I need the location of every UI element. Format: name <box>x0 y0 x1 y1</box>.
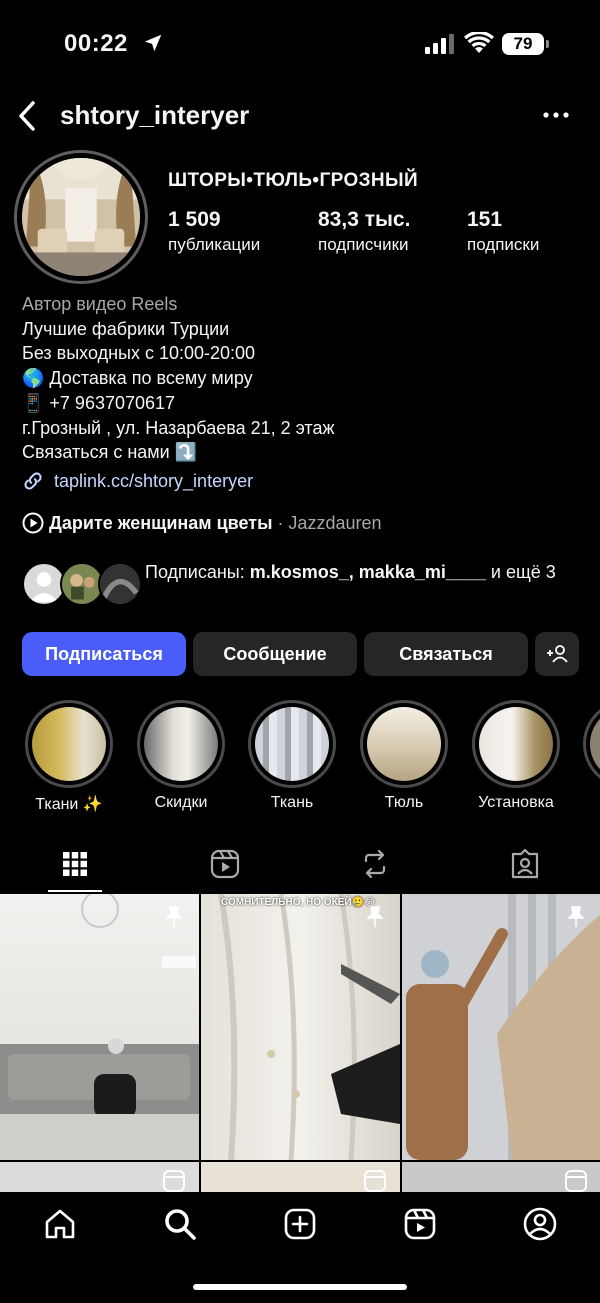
wifi-icon <box>464 32 494 53</box>
reel-icon <box>163 1170 185 1192</box>
profile-music[interactable]: Дарите женщинам цветы · Jazzdauren <box>22 512 382 534</box>
tab-posts[interactable] <box>0 840 150 892</box>
tab-reposts[interactable] <box>300 840 450 892</box>
profile-tabs <box>0 840 600 892</box>
music-title: Дарите женщинам цветы <box>49 512 273 533</box>
more-options-icon[interactable] <box>540 104 572 126</box>
highlight-cover <box>360 700 448 788</box>
header-username: shtory_interyer <box>60 100 250 130</box>
grid-post[interactable] <box>402 1162 600 1194</box>
create-icon[interactable] <box>282 1206 318 1242</box>
active-tab-indicator <box>48 890 102 892</box>
highlight-cover <box>137 700 225 788</box>
posts-label: публикации <box>168 235 261 254</box>
highlight-cover <box>248 700 336 788</box>
highlight-label: Ткани ✨ <box>35 796 103 813</box>
following-count: 151 <box>467 208 503 231</box>
bio-line: Без выходных с 10:00-20:00 <box>22 343 256 364</box>
add-person-icon <box>547 645 568 663</box>
home-icon[interactable] <box>42 1206 78 1242</box>
grid-icon <box>63 852 87 876</box>
highlight-item[interactable]: Скидки <box>136 700 226 812</box>
highlight-label: Установка <box>478 794 554 811</box>
bio-line: 📱 +7 9637070617 <box>22 392 176 413</box>
battery-indicator: 79 <box>502 33 549 55</box>
grid-post[interactable]: СОМНИТЕЛЬНО, НО ОКЕЙ🥲😂 <box>201 894 400 1160</box>
posts-grid: СОМНИТЕЛЬНО, НО ОКЕЙ🥲😂 <box>0 894 600 1194</box>
profile-bio: Автор видео Reels Лучшие фабрики Турции … <box>22 292 582 465</box>
bio-link[interactable]: taplink.cc/shtory_interyer <box>22 470 253 492</box>
pin-icon <box>165 906 183 927</box>
contact-button[interactable]: Связаться <box>364 632 528 676</box>
bio-line: Лучшие фабрики Турции <box>22 318 230 339</box>
posts-count: 1 509 <box>168 208 221 231</box>
highlight-item[interactable] <box>583 700 600 788</box>
cellular-signal-icon <box>425 34 454 54</box>
music-author: · Jazzdauren <box>277 512 382 533</box>
stat-posts[interactable]: 1 509 публикации <box>168 208 260 255</box>
status-bar: 00:22 79 <box>0 0 600 88</box>
highlight-cover <box>583 700 600 788</box>
pin-icon <box>366 906 384 927</box>
highlight-item[interactable]: Установка <box>471 700 561 812</box>
mutual-followers[interactable]: Подписаны: m.kosmos_, makka_mi____ и ещё… <box>22 560 582 610</box>
mutual-suffix: и ещё 3 <box>485 562 556 582</box>
bio-link-text: taplink.cc/shtory_interyer <box>54 470 254 491</box>
grid-post[interactable] <box>402 894 600 1160</box>
message-button[interactable]: Сообщение <box>193 632 357 676</box>
stat-following[interactable]: 151 подписки <box>467 208 539 255</box>
grid-post[interactable] <box>0 1162 199 1194</box>
bio-line: г.Грозный , ул. Назарбаева 21, 2 этаж <box>22 417 335 438</box>
link-icon <box>24 472 42 490</box>
play-circle-icon <box>22 512 44 534</box>
avatar <box>98 562 142 606</box>
highlight-item[interactable]: Тюль <box>359 700 449 812</box>
bio-line: Связаться с нами ⤵️ <box>22 442 198 463</box>
search-icon[interactable] <box>162 1206 198 1242</box>
mutual-names: m.kosmos_, makka_mi____ <box>249 562 486 582</box>
back-chevron-icon[interactable] <box>16 100 38 132</box>
profile-avatar[interactable] <box>14 150 148 284</box>
post-caption: СОМНИТЕЛЬНО, НО ОКЕЙ🥲😂 <box>221 897 376 908</box>
bio-line: 🌎 Доставка по всему миру <box>22 368 253 389</box>
mutual-followers-text: Подписаны: m.kosmos_, makka_mi____ и ещё… <box>145 560 575 584</box>
home-indicator <box>193 1284 407 1290</box>
highlight-label: Ткань <box>270 794 314 811</box>
avatar-image <box>22 158 140 276</box>
highlight-item[interactable]: Ткань <box>247 700 337 812</box>
profile-display-name: ШТОРЫ•ТЮЛЬ•ГРОЗНЫЙ <box>168 170 419 191</box>
status-time: 00:22 <box>64 30 128 57</box>
tab-reels[interactable] <box>150 840 300 892</box>
reel-icon <box>364 1170 386 1192</box>
location-arrow-icon <box>144 34 162 52</box>
highlight-label: Скидки <box>154 794 208 811</box>
highlight-cover <box>472 700 560 788</box>
bio-category: Автор видео Reels <box>22 294 178 314</box>
reels-icon[interactable] <box>402 1206 438 1242</box>
stat-followers[interactable]: 83,3 тыс. подписчики <box>318 208 410 255</box>
follow-button[interactable]: Подписаться <box>22 632 186 676</box>
grid-post[interactable] <box>201 1162 400 1194</box>
grid-post[interactable] <box>0 894 199 1160</box>
profile-header: shtory_interyer <box>0 94 600 138</box>
highlight-label: Тюль <box>384 794 424 811</box>
tagged-icon <box>511 848 539 879</box>
followers-label: подписчики <box>318 235 409 254</box>
post-thumbnail <box>218 894 400 1160</box>
following-label: подписки <box>467 235 540 254</box>
post-thumbnail <box>402 894 600 1160</box>
suggested-users-button[interactable] <box>535 632 579 676</box>
reposts-icon <box>364 849 386 879</box>
pin-icon <box>567 906 585 927</box>
highlight-item[interactable]: Ткани ✨ <box>24 700 114 814</box>
tab-tagged[interactable] <box>450 840 600 892</box>
followers-count: 83,3 тыс. <box>318 208 411 231</box>
profile-icon[interactable] <box>522 1206 558 1242</box>
mutual-prefix: Подписаны: <box>145 562 250 582</box>
highlight-cover <box>25 700 113 788</box>
reels-tab-icon <box>210 849 240 879</box>
post-thumbnail <box>0 894 199 1160</box>
reel-icon <box>565 1170 587 1192</box>
